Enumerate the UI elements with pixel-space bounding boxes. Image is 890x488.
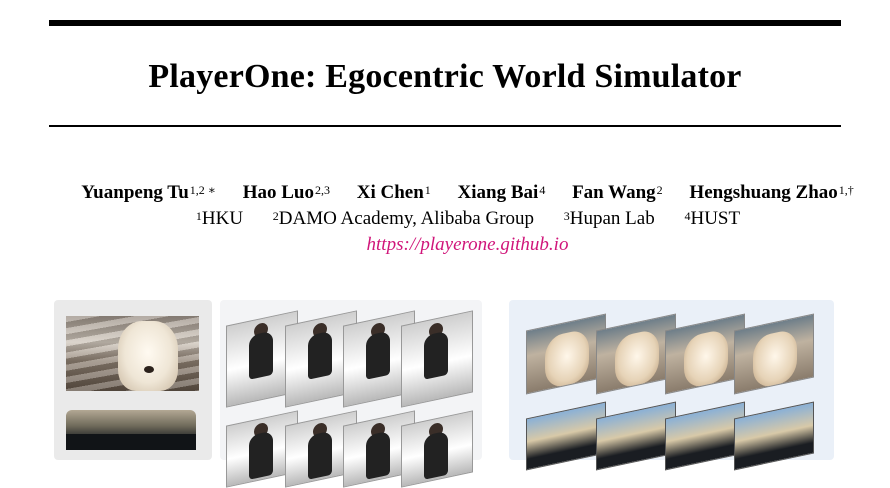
affiliation-marker: 3 [563,209,570,223]
author-list: Yuanpeng Tu1,2 ∗ Hao Luo2,3 Xi Chen1 Xia… [0,181,890,205]
author-affil-marker: 2,3 [314,183,330,197]
author-4: Xiang Bai4 [458,181,546,205]
author-affil-marker: 4 [539,183,546,197]
paper-title: PlayerOne: Egocentric World Simulator [148,58,742,95]
affiliation-4: 4HUST [683,207,740,231]
affiliation-list: 1HKU 2DAMO Academy, Alibaba Group 3Hupan… [0,207,890,231]
author-3: Xi Chen1 [357,181,431,205]
affiliation-marker: 1 [195,209,202,223]
author-1: Yuanpeng Tu1,2 ∗ [81,181,216,205]
affiliation-marker: 2 [272,209,279,223]
author-name: Fan Wang [572,182,656,203]
author-name: Xi Chen [356,182,424,203]
affiliation-name: Hupan Lab [569,208,655,229]
affiliation-marker: 4 [684,209,691,223]
author-name: Hao Luo [242,182,314,203]
author-name: Hengshuang Zhao [689,182,838,203]
author-name: Xiang Bai [457,182,539,203]
title-rule-bottom [49,125,841,127]
author-6: Hengshuang Zhao1,† [689,181,853,205]
affiliation-3: 3Hupan Lab [563,207,655,231]
dog-photo [66,316,199,391]
motion-frame [401,310,473,408]
affiliation-1: 1HKU [195,207,243,231]
author-affil-marker: 2 [656,183,663,197]
car-interior-photo [66,410,196,450]
author-5: Fan Wang2 [572,181,663,205]
author-2: Hao Luo2,3 [243,181,330,205]
affiliation-name: DAMO Academy, Alibaba Group [278,208,535,229]
author-affil-marker: 1,† [838,183,854,197]
affiliation-2: 2DAMO Academy, Alibaba Group [272,207,534,231]
project-page-link[interactable]: https://playerone.github.io [0,233,890,257]
author-name: Yuanpeng Tu [81,182,189,203]
affiliation-name: HKU [201,208,244,229]
author-affil-marker: 1 [424,183,431,197]
title-rule-top [49,20,841,26]
author-affil-marker: 1,2 ∗ [189,183,216,197]
affiliation-name: HUST [690,208,741,229]
